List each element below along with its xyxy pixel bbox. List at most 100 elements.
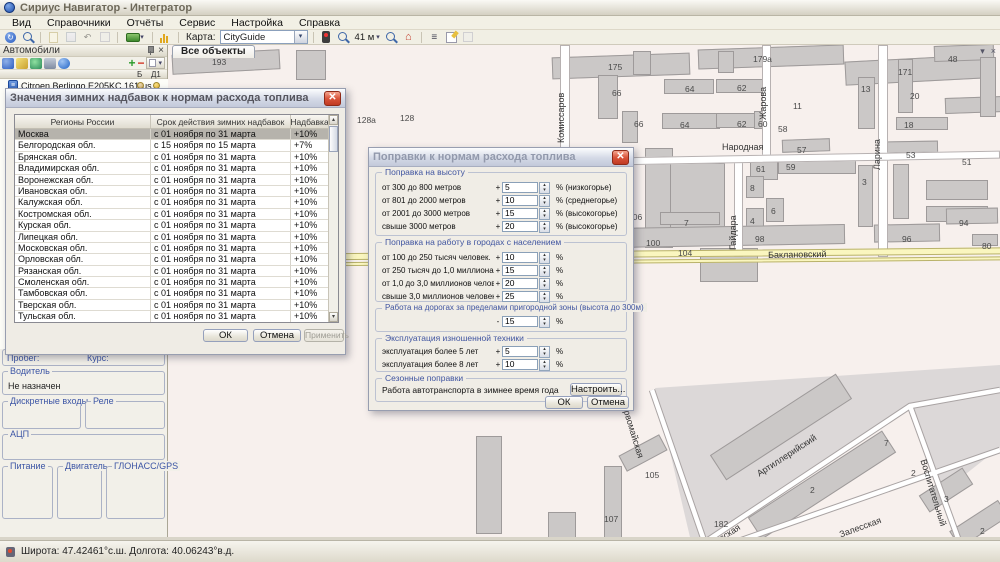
- percent-input[interactable]: 10: [502, 359, 538, 370]
- zoom-level-select[interactable]: 41 м ▾: [353, 32, 382, 43]
- chart-icon[interactable]: [158, 31, 173, 44]
- table-row[interactable]: Московская обл.с 01 ноября по 31 марта+1…: [15, 243, 329, 254]
- table-row[interactable]: Тамбовская обл.с 01 ноября по 31 марта+1…: [15, 288, 329, 299]
- spinner[interactable]: ▴▾: [539, 195, 550, 207]
- percent-input[interactable]: 20: [502, 221, 538, 232]
- table-row[interactable]: Липецкая обл.с 01 ноября по 31 марта+10%: [15, 232, 329, 243]
- binoculars-icon[interactable]: [2, 58, 14, 69]
- undo-icon[interactable]: ↶: [80, 31, 95, 44]
- spinner[interactable]: ▴▾: [539, 221, 550, 233]
- spin-down-icon[interactable]: ▾: [540, 297, 549, 302]
- sphere-icon[interactable]: [58, 58, 70, 69]
- search-icon[interactable]: [20, 31, 35, 44]
- percent-input[interactable]: 15: [502, 316, 538, 327]
- spinner[interactable]: ▴▾: [539, 291, 550, 303]
- spinner[interactable]: ▴▾: [539, 252, 550, 264]
- menu-item[interactable]: Справка: [291, 17, 348, 29]
- table-row[interactable]: Ивановская обл.с 01 ноября по 31 марта+1…: [15, 186, 329, 197]
- table-row[interactable]: Тульская обл.с 01 ноября по 31 марта+10%: [15, 311, 329, 322]
- zoom-out-icon[interactable]: [384, 31, 399, 44]
- edit-note-icon[interactable]: [444, 31, 459, 44]
- table-row[interactable]: Калужская обл.с 01 ноября по 31 марта+10…: [15, 197, 329, 208]
- note-sheet-icon[interactable]: [46, 31, 61, 44]
- add-icon[interactable]: +: [128, 58, 135, 69]
- globe-icon[interactable]: [30, 58, 42, 69]
- chevron-down-icon[interactable]: ▾: [294, 31, 307, 43]
- close-icon[interactable]: ✕: [324, 91, 341, 106]
- pencil-icon[interactable]: [16, 58, 28, 69]
- home-icon[interactable]: ⌂: [401, 31, 416, 44]
- scroll-up-icon[interactable]: ▴: [329, 115, 338, 125]
- spinner[interactable]: ▴▾: [539, 208, 550, 220]
- table-row[interactable]: Воронежская обл.с 01 ноября по 31 марта+…: [15, 175, 329, 186]
- menu-item[interactable]: Отчёты: [119, 17, 172, 29]
- ok-button[interactable]: ОК: [545, 396, 583, 409]
- scroll-down-icon[interactable]: ▾: [329, 312, 338, 322]
- spinner[interactable]: ▴▾: [539, 265, 550, 277]
- panel-collapse-icon[interactable]: ▾: [980, 46, 985, 57]
- spinner[interactable]: ▴▾: [539, 359, 550, 371]
- box-icon[interactable]: [97, 31, 112, 44]
- spin-down-icon[interactable]: ▾: [540, 271, 549, 276]
- spin-down-icon[interactable]: ▾: [540, 352, 549, 357]
- spin-down-icon[interactable]: ▾: [540, 284, 549, 289]
- list-icon[interactable]: ≡: [427, 31, 442, 44]
- spin-down-icon[interactable]: ▾: [540, 201, 549, 206]
- pin-icon[interactable]: [145, 46, 154, 56]
- view-split-button[interactable]: ▾: [146, 57, 165, 69]
- close-icon[interactable]: ×: [158, 46, 164, 56]
- apply-button[interactable]: Применить: [304, 329, 344, 342]
- spin-down-icon[interactable]: ▾: [540, 322, 549, 327]
- spinner[interactable]: ▴▾: [539, 278, 550, 290]
- traffic-light-icon[interactable]: [319, 31, 334, 44]
- percent-input[interactable]: 20: [502, 278, 538, 289]
- scroll-thumb[interactable]: [329, 126, 338, 152]
- table-row[interactable]: Смоленская обл.с 01 ноября по 31 марта+1…: [15, 277, 329, 288]
- zoom-in-icon[interactable]: [336, 31, 351, 44]
- panel-close-icon[interactable]: ×: [991, 46, 996, 57]
- percent-input[interactable]: 10: [502, 252, 538, 263]
- table-scrollbar[interactable]: ▴ ▾: [328, 115, 338, 322]
- spin-down-icon[interactable]: ▾: [540, 188, 549, 193]
- spin-down-icon[interactable]: ▾: [540, 258, 549, 263]
- table-row[interactable]: Белгородская обл.с 15 ноября по 15 марта…: [15, 140, 329, 151]
- configure-button[interactable]: Настроить...: [570, 383, 622, 396]
- percent-input[interactable]: 15: [502, 208, 538, 219]
- refresh-icon[interactable]: ↻: [3, 31, 18, 44]
- remove-icon[interactable]: −: [137, 58, 144, 69]
- camera-icon[interactable]: [44, 58, 56, 69]
- close-icon[interactable]: ✕: [612, 150, 629, 165]
- table-row[interactable]: Костромская обл.с 01 ноября по 31 марта+…: [15, 209, 329, 220]
- menu-item[interactable]: Вид: [4, 17, 39, 29]
- checkbox-icon[interactable]: [461, 31, 476, 44]
- percent-input[interactable]: 5: [502, 346, 538, 357]
- cancel-button[interactable]: Отмена: [587, 396, 629, 409]
- spin-down-icon[interactable]: ▾: [540, 214, 549, 219]
- spin-down-icon[interactable]: ▾: [540, 227, 549, 232]
- table-row[interactable]: Курская обл.с 01 ноября по 31 марта+10%: [15, 220, 329, 231]
- vehicle-icon[interactable]: ▾: [123, 31, 147, 44]
- menu-item[interactable]: Сервис: [171, 17, 223, 29]
- spinner[interactable]: ▴▾: [539, 316, 550, 328]
- tab-all-objects[interactable]: Все объекты: [172, 45, 255, 58]
- ok-button[interactable]: ОК: [203, 329, 248, 342]
- menu-item[interactable]: Справочники: [39, 17, 119, 29]
- menu-item[interactable]: Настройка: [223, 17, 291, 29]
- percent-input[interactable]: 10: [502, 195, 538, 206]
- cancel-button[interactable]: Отмена: [253, 329, 301, 342]
- grid-icon[interactable]: [63, 31, 78, 44]
- percent-input[interactable]: 5: [502, 182, 538, 193]
- percent-input[interactable]: 25: [502, 291, 538, 302]
- spin-down-icon[interactable]: ▾: [540, 365, 549, 370]
- table-row[interactable]: Брянская обл.с 01 ноября по 31 марта+10%: [15, 152, 329, 163]
- dialog-title-bar[interactable]: Поправки к нормам расхода топлива ✕: [369, 148, 633, 167]
- map-combo[interactable]: CityGuide ▾: [220, 30, 308, 44]
- table-row[interactable]: Владимирская обл.с 01 ноября по 31 марта…: [15, 163, 329, 174]
- percent-input[interactable]: 15: [502, 265, 538, 276]
- table-row[interactable]: Рязанская обл.с 01 ноября по 31 марта+10…: [15, 266, 329, 277]
- table-row[interactable]: Тверская обл.с 01 ноября по 31 марта+10%: [15, 300, 329, 311]
- table-row[interactable]: Орловская обл.с 01 ноября по 31 марта+10…: [15, 254, 329, 265]
- dialog-title-bar[interactable]: Значения зимних надбавок к нормам расход…: [6, 89, 345, 108]
- spinner[interactable]: ▴▾: [539, 182, 550, 194]
- table-row[interactable]: Москвас 01 ноября по 31 марта+10%: [15, 129, 329, 140]
